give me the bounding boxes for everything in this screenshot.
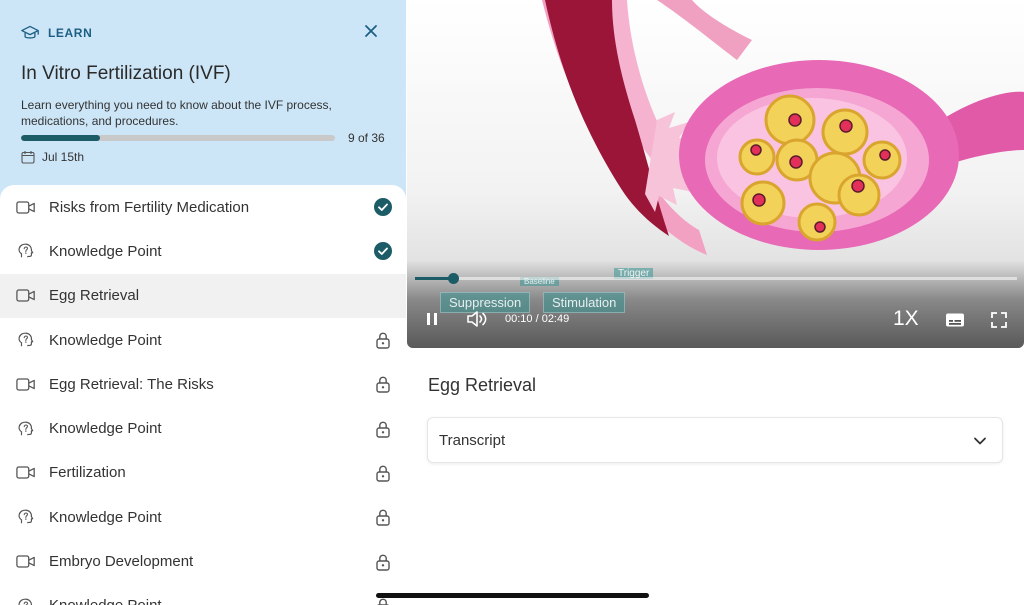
pause-icon[interactable] xyxy=(425,312,439,326)
lesson-item[interactable]: Embryo Development xyxy=(0,539,406,583)
knowledge-head-icon xyxy=(15,506,37,528)
lesson-item[interactable]: Risks from Fertility Medication xyxy=(0,185,406,229)
lesson-item[interactable]: Egg Retrieval xyxy=(0,273,406,318)
lesson-item[interactable]: Knowledge Point xyxy=(0,229,406,273)
lesson-label: Egg Retrieval: The Risks xyxy=(49,375,214,393)
course-header: LEARN In Vitro Fertilization (IVF) Learn… xyxy=(0,0,406,205)
date-text: Jul 15th xyxy=(42,150,85,164)
course-date: Jul 15th xyxy=(21,150,84,164)
fullscreen-icon[interactable] xyxy=(991,312,1007,328)
video-camera-icon xyxy=(15,551,37,573)
knowledge-head-icon xyxy=(15,595,37,605)
video-camera-icon xyxy=(15,373,37,395)
playback-speed-button[interactable]: 1X xyxy=(893,307,919,331)
playback-time: 00:10 / 02:49 xyxy=(505,313,570,325)
seek-handle[interactable] xyxy=(447,273,459,284)
course-sidebar: LEARN In Vitro Fertilization (IVF) Learn… xyxy=(0,0,406,605)
overlay-stimulation-label: Stimulation xyxy=(543,292,626,313)
lesson-item[interactable]: Egg Retrieval: The Risks xyxy=(0,362,406,406)
course-progress-fill xyxy=(21,135,100,141)
lock-icon xyxy=(374,331,392,349)
learn-label: LEARN xyxy=(48,26,93,40)
lesson-item[interactable]: Knowledge Point xyxy=(0,318,406,362)
home-indicator xyxy=(376,593,649,598)
lesson-label: Risks from Fertility Medication xyxy=(49,198,250,216)
video-camera-icon xyxy=(15,462,37,484)
video-camera-icon xyxy=(15,196,37,218)
lesson-title: Egg Retrieval xyxy=(428,375,537,395)
calendar-icon xyxy=(21,151,35,164)
learn-section-label: LEARN xyxy=(20,24,92,42)
lock-icon xyxy=(374,375,392,394)
transcript-label: Transcript xyxy=(439,431,506,449)
seek-bar[interactable] xyxy=(415,273,1017,284)
captions-icon[interactable] xyxy=(945,312,965,328)
course-description: Learn everything you need to know about … xyxy=(21,98,332,128)
video-player[interactable]: Baseline Trigger Suppression Stimulation… xyxy=(407,0,1024,348)
lock-icon xyxy=(374,508,392,526)
lesson-label: Knowledge Point xyxy=(49,331,162,349)
course-title: In Vitro Fertilization (IVF) xyxy=(21,63,231,84)
lesson-label: Embryo Development xyxy=(49,553,194,571)
lesson-item[interactable]: Knowledge Point xyxy=(0,584,406,605)
lesson-label: Knowledge Point xyxy=(49,242,162,260)
lesson-item[interactable]: Fertilization xyxy=(0,451,406,495)
chevron-down-icon xyxy=(974,437,986,445)
lock-icon xyxy=(374,597,392,605)
lock-icon xyxy=(374,420,392,438)
lesson-label: Knowledge Point xyxy=(49,508,162,526)
lesson-item[interactable]: Knowledge Point xyxy=(0,406,406,450)
knowledge-head-icon xyxy=(15,240,37,262)
volume-icon[interactable] xyxy=(466,310,488,328)
video-camera-icon xyxy=(15,285,37,307)
course-progress-count: 9 of 36 xyxy=(348,131,385,145)
knowledge-head-icon xyxy=(15,418,37,440)
lesson-list: Risks from Fertility Medication Knowledge… xyxy=(0,185,406,605)
knowledge-head-icon xyxy=(15,329,37,351)
close-icon[interactable] xyxy=(362,22,380,40)
lock-icon xyxy=(374,464,392,482)
lock-icon xyxy=(374,553,392,571)
graduation-cap-icon xyxy=(21,25,39,39)
lesson-label: Knowledge Point xyxy=(49,420,162,438)
app-root: LEARN In Vitro Fertilization (IVF) Learn… xyxy=(0,0,1024,605)
lesson-label: Knowledge Point xyxy=(49,597,162,605)
transcript-accordion[interactable]: Transcript xyxy=(427,417,1003,463)
lesson-label: Egg Retrieval xyxy=(49,287,140,305)
check-circle-icon xyxy=(374,198,392,217)
lesson-item[interactable]: Knowledge Point xyxy=(0,495,406,539)
lesson-label: Fertilization xyxy=(49,464,126,482)
check-circle-icon xyxy=(374,242,392,261)
course-progress-bar xyxy=(21,135,335,141)
